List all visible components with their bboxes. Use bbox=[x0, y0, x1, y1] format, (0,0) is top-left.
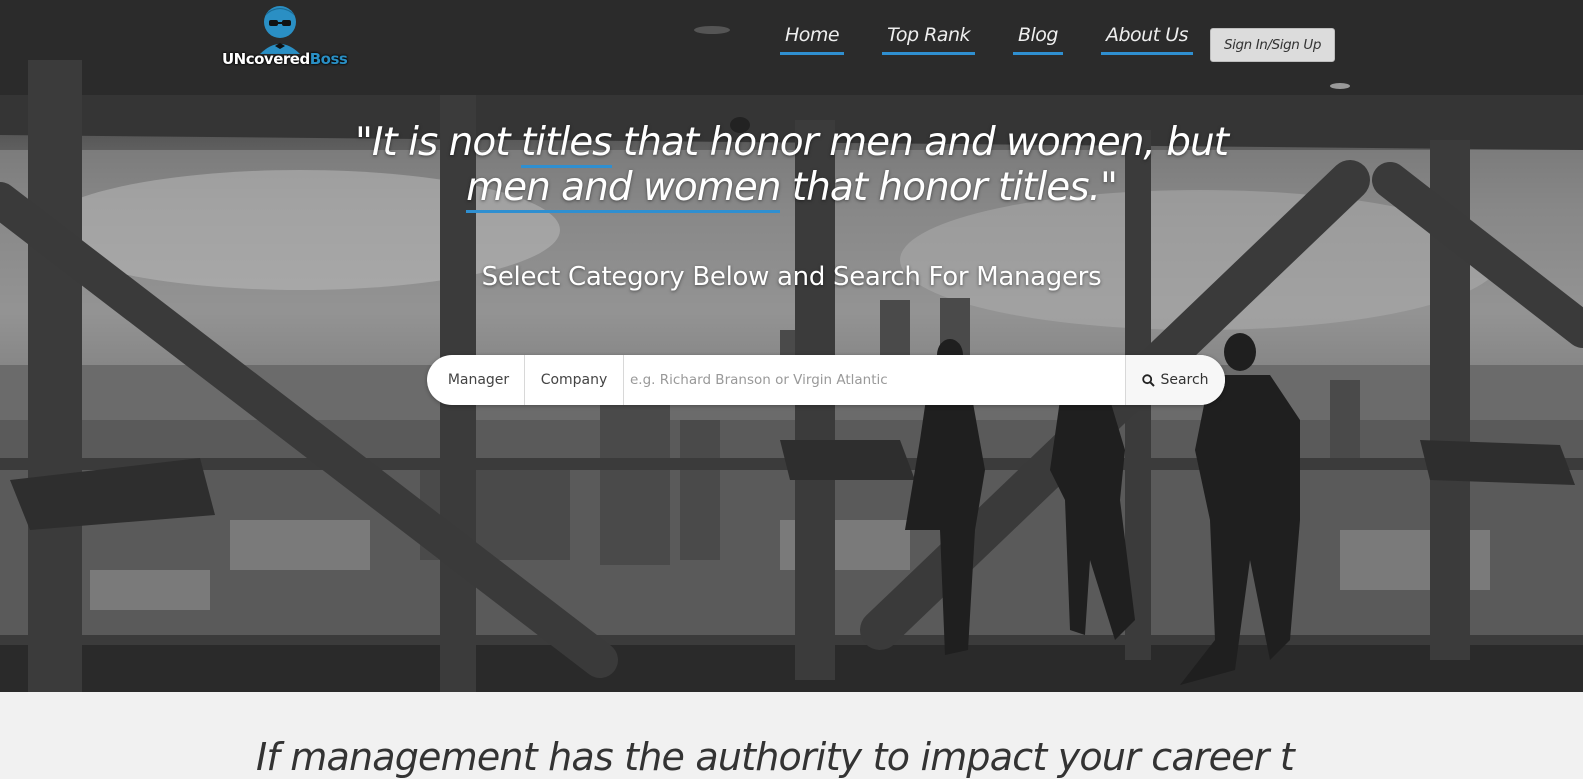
site-logo[interactable]: UNcoveredBoss bbox=[222, 4, 358, 70]
sign-in-button[interactable]: Sign In/Sign Up bbox=[1210, 28, 1335, 62]
section-tagline: If management has the authority to impac… bbox=[256, 735, 1295, 779]
hero-background-image bbox=[0, 0, 1583, 692]
category-company-tab[interactable]: Company bbox=[525, 355, 624, 405]
search-icon bbox=[1142, 373, 1156, 387]
search-button-label: Search bbox=[1160, 372, 1209, 388]
search-button[interactable]: Search bbox=[1125, 355, 1225, 405]
main-nav: Home Top Rank Blog About Us bbox=[780, 24, 1194, 55]
hero-quote: "It is not titles that honor men and wom… bbox=[0, 120, 1583, 213]
logo-text-part2: Boss bbox=[309, 50, 348, 68]
hero-subtitle: Select Category Below and Search For Man… bbox=[481, 262, 1102, 292]
quote-part-open: "It is not bbox=[354, 120, 521, 165]
logo-avatar-icon bbox=[260, 6, 300, 54]
quote-underlined-men-women: men and women bbox=[466, 165, 781, 213]
nav-top-rank[interactable]: Top Rank bbox=[882, 24, 975, 55]
hero-section: UNcoveredBoss Home Top Rank Blog About U… bbox=[0, 0, 1583, 692]
category-manager-tab[interactable]: Manager bbox=[427, 355, 525, 405]
quote-underlined-titles: titles bbox=[520, 120, 613, 168]
search-bar: Manager Company Search bbox=[427, 355, 1225, 405]
logo-text-part1: UNcovered bbox=[222, 50, 310, 68]
logo-text: UNcoveredBoss bbox=[222, 50, 348, 68]
quote-part-end: that honor titles." bbox=[780, 165, 1118, 210]
quote-part-mid: that honor men and women, but bbox=[611, 120, 1229, 165]
nav-blog[interactable]: Blog bbox=[1012, 24, 1063, 55]
nav-about-us[interactable]: About Us bbox=[1100, 24, 1194, 55]
search-input[interactable] bbox=[624, 355, 1125, 405]
nav-home[interactable]: Home bbox=[780, 24, 845, 55]
